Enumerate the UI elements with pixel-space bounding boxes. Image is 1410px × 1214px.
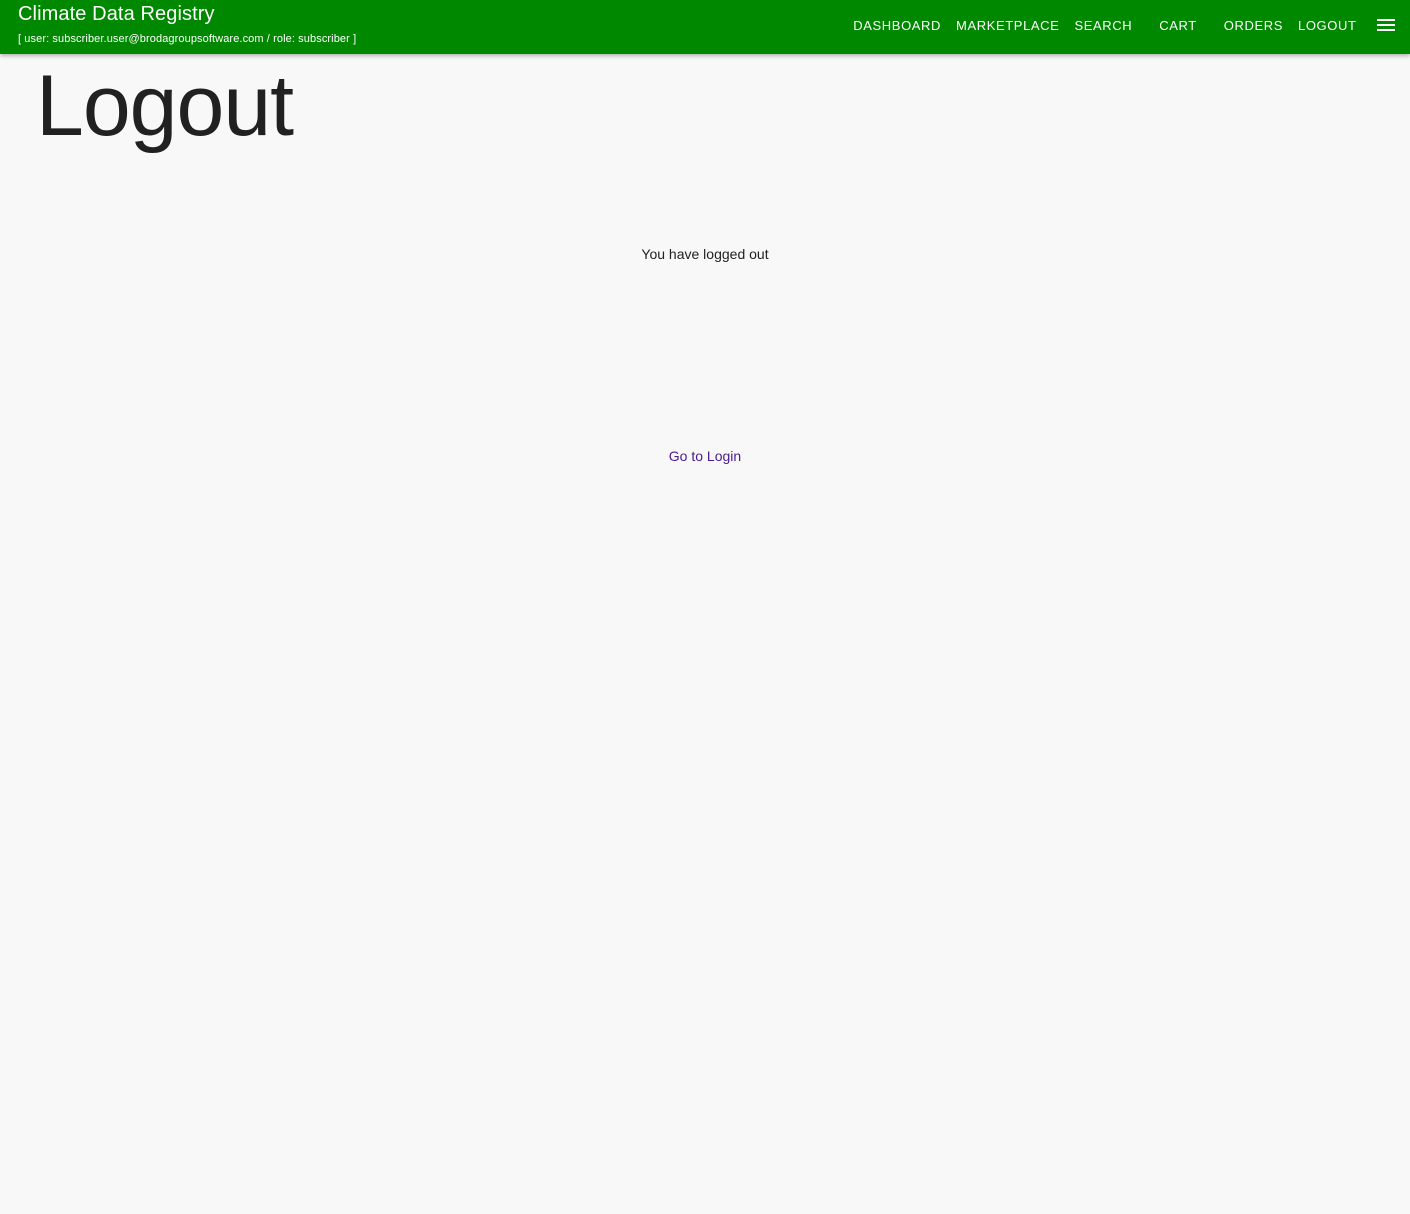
nav-search[interactable]: SEARCH xyxy=(1067,18,1140,33)
nav-cart[interactable]: CART xyxy=(1152,18,1205,33)
menu-button[interactable] xyxy=(1366,5,1406,45)
top-nav: DASHBOARD MARKETPLACE SEARCH CART ORDERS… xyxy=(846,0,1410,50)
page-title: Logout xyxy=(36,58,294,154)
brand-block: Climate Data Registry [ user: subscriber… xyxy=(18,2,356,46)
go-to-login-link[interactable]: Go to Login xyxy=(669,448,741,464)
login-link-container: Go to Login xyxy=(0,446,1410,466)
nav-dashboard[interactable]: DASHBOARD xyxy=(846,18,949,33)
app-title: Climate Data Registry xyxy=(18,3,215,25)
user-info: [ user: subscriber.user@brodagroupsoftwa… xyxy=(18,33,357,45)
nav-orders[interactable]: ORDERS xyxy=(1216,18,1290,33)
hamburger-menu-icon xyxy=(1377,19,1395,31)
nav-logout[interactable]: LOGOUT xyxy=(1291,18,1365,33)
app-header: Climate Data Registry [ user: subscriber… xyxy=(0,0,1410,54)
nav-marketplace[interactable]: MARKETPLACE xyxy=(949,18,1067,33)
logout-message: You have logged out xyxy=(641,246,769,262)
